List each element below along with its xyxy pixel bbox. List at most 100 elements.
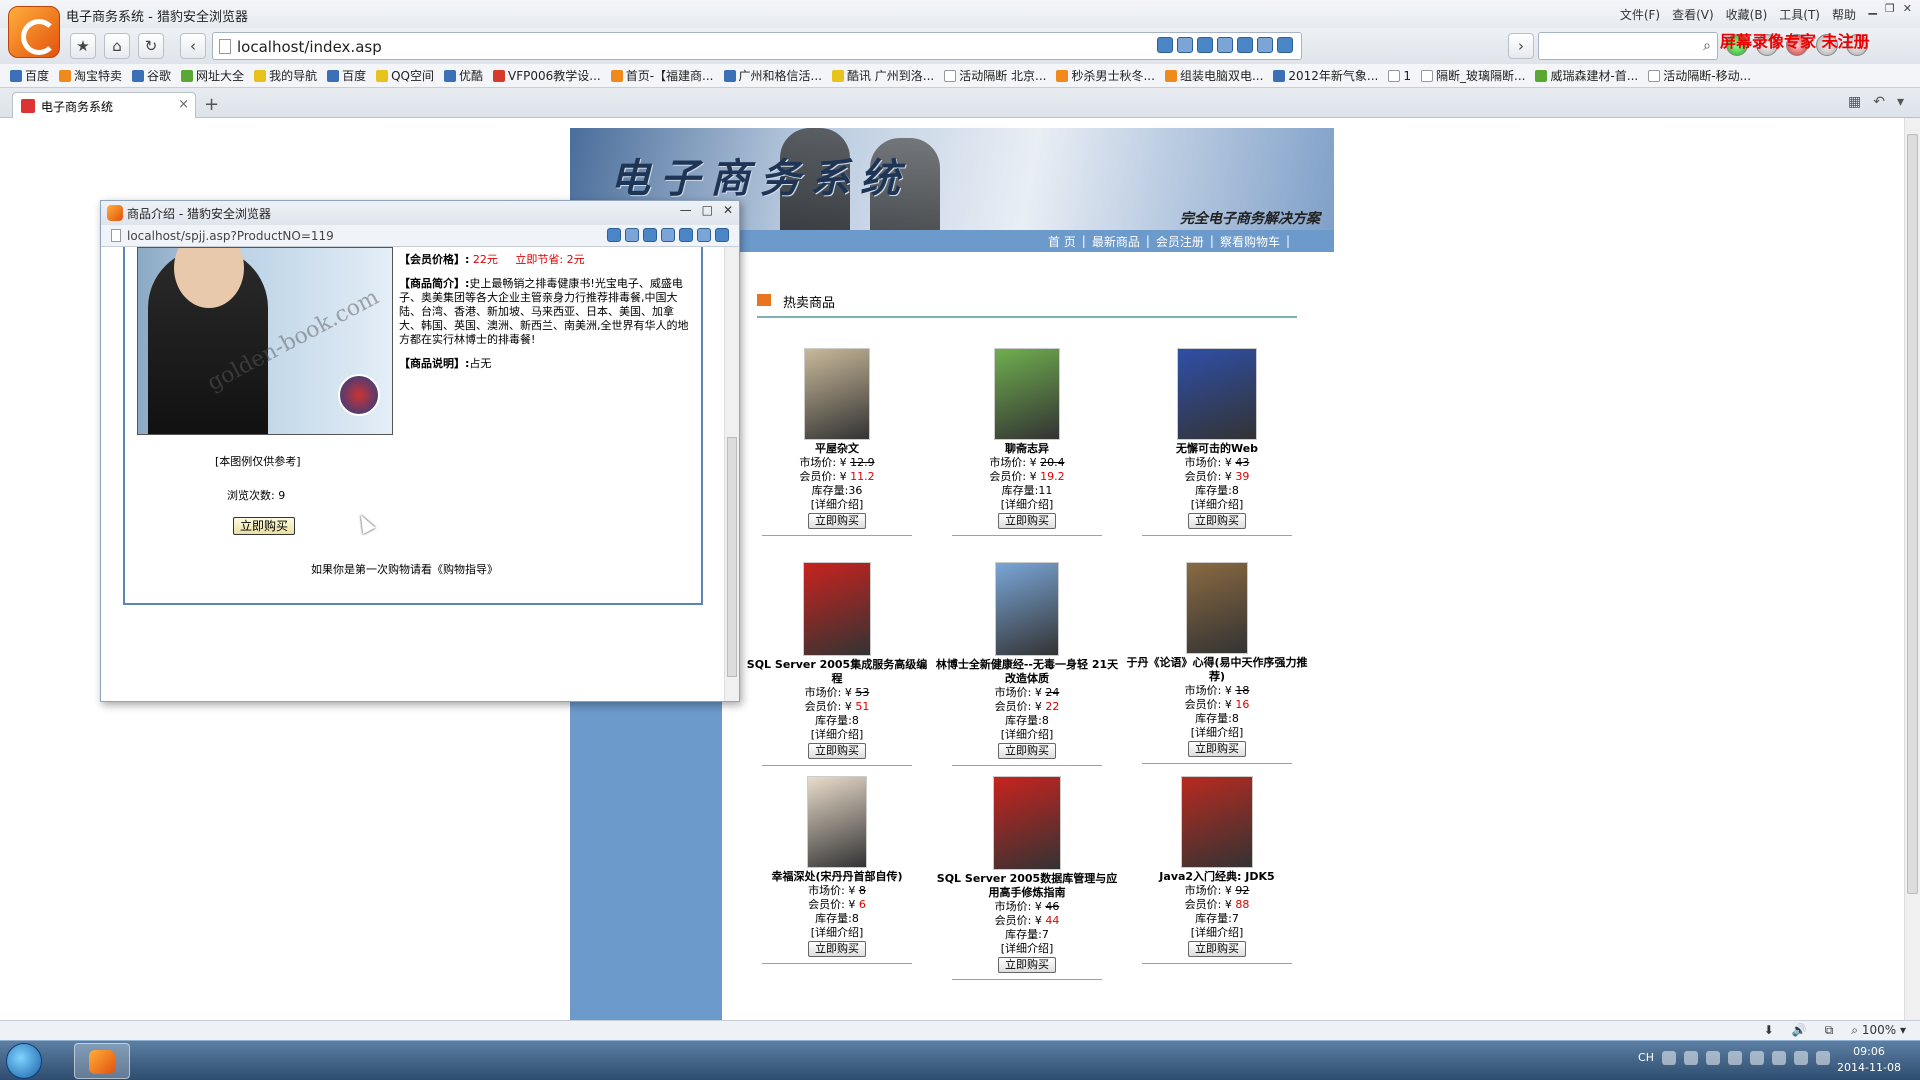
nav-new-products[interactable]: 最新商品	[1092, 233, 1140, 250]
nav-home[interactable]: 首 页	[1048, 233, 1076, 250]
compat-icon[interactable]	[643, 228, 657, 242]
product-cover-image[interactable]	[995, 562, 1059, 656]
product-cover-image[interactable]	[994, 348, 1060, 440]
keyboard-icon[interactable]	[1662, 1051, 1676, 1065]
detail-link[interactable]: [详细介绍]	[742, 498, 932, 512]
bookmark-item[interactable]: 组装电脑双电...	[1164, 67, 1263, 84]
detail-link[interactable]: [详细介绍]	[932, 942, 1122, 956]
buy-now-button[interactable]: 立即购买	[998, 743, 1056, 759]
bookmark-item[interactable]: 广州和格信活...	[723, 67, 822, 84]
browser-logo-icon[interactable]	[8, 6, 60, 58]
tray-app-icon[interactable]	[1706, 1051, 1720, 1065]
detail-link[interactable]: [详细介绍]	[742, 926, 932, 940]
detail-link[interactable]: [详细介绍]	[1122, 726, 1312, 740]
compat-icon[interactable]	[1197, 37, 1213, 53]
taskbar-clock[interactable]: 09:06 2014-11-08	[1834, 1044, 1904, 1076]
product-cover-image[interactable]	[993, 776, 1061, 870]
print-icon[interactable]	[607, 228, 621, 242]
product-name[interactable]: 无懈可击的Web	[1122, 442, 1312, 456]
detail-link[interactable]: [详细介绍]	[932, 498, 1122, 512]
tab-close-icon[interactable]: ×	[178, 97, 189, 112]
nav-register[interactable]: 会员注册	[1156, 233, 1204, 250]
qq-icon[interactable]	[1750, 1051, 1764, 1065]
favorite-add-icon[interactable]	[697, 228, 711, 242]
maximize-icon[interactable]: □	[702, 203, 713, 217]
bookmark-item[interactable]: 活动隔断 北京...	[944, 67, 1046, 84]
minimize-icon[interactable]: ▁	[1868, 2, 1876, 15]
product-name[interactable]: 林博士全新健康经--无毒一身轻 21天改造体质	[932, 658, 1122, 686]
print-icon[interactable]	[1157, 37, 1173, 53]
bookmark-item[interactable]: 谷歌	[132, 67, 171, 84]
sound-icon[interactable]: 🔊	[1792, 1023, 1807, 1038]
detail-link[interactable]: [详细介绍]	[742, 728, 932, 742]
tray-app-icon[interactable]	[1772, 1051, 1786, 1065]
product-name[interactable]: 平屋杂文	[742, 442, 932, 456]
detail-link[interactable]: [详细介绍]	[1122, 926, 1312, 940]
page-scrollbar[interactable]	[1904, 118, 1920, 1020]
download-icon[interactable]: ⬇	[1764, 1023, 1774, 1038]
buy-now-button[interactable]: 立即购买	[233, 517, 296, 535]
buy-now-button[interactable]: 立即购买	[998, 513, 1056, 529]
undo-icon[interactable]: ↶	[1873, 94, 1885, 110]
product-cover-image[interactable]	[1186, 562, 1248, 654]
home-icon[interactable]: ⌂	[104, 33, 130, 59]
refresh-icon[interactable]: ↻	[138, 33, 164, 59]
buy-now-button[interactable]: 立即购买	[808, 941, 866, 957]
ie-mode-icon[interactable]	[1277, 37, 1293, 53]
screenshot-icon[interactable]	[625, 228, 639, 242]
screenshot-icon[interactable]	[1177, 37, 1193, 53]
chevron-down-icon[interactable]: ▾	[1897, 94, 1904, 110]
bookmark-item[interactable]: 威瑞森建材-首...	[1535, 67, 1638, 84]
nav-cart[interactable]: 察看购物车	[1220, 233, 1280, 250]
product-name[interactable]: 于丹《论语》心得(易中天作序强力推荐)	[1122, 656, 1312, 684]
shopping-guide-link[interactable]: 如果你是第一次购物请看《购物指导》	[311, 561, 498, 577]
product-name[interactable]: SQL Server 2005集成服务高级编程	[742, 658, 932, 686]
minimize-icon[interactable]: —	[680, 203, 692, 217]
bookmark-item[interactable]: 百度	[327, 67, 366, 84]
bookmark-item[interactable]: 网址大全	[181, 67, 244, 84]
start-button-icon[interactable]	[6, 1043, 42, 1079]
ticket-icon[interactable]	[1217, 37, 1233, 53]
product-name[interactable]: 聊斋志异	[932, 442, 1122, 456]
scrollbar-thumb[interactable]	[1907, 134, 1918, 894]
refresh-icon[interactable]	[715, 228, 729, 242]
address-text[interactable]: localhost/index.asp	[237, 38, 382, 56]
menu-tools[interactable]: 工具(T)	[1779, 6, 1820, 23]
popup-scrollbar[interactable]	[724, 247, 739, 701]
forward-icon[interactable]: ›	[1508, 33, 1534, 59]
buy-now-button[interactable]: 立即购买	[998, 957, 1056, 973]
window-icon[interactable]: ⧉	[1825, 1023, 1834, 1038]
help-icon[interactable]	[1684, 1051, 1698, 1065]
bookmark-item[interactable]: 百度	[10, 67, 49, 84]
bookmark-item[interactable]: 秒杀男士秋冬...	[1056, 67, 1155, 84]
menu-favorites[interactable]: 收藏(B)	[1726, 6, 1768, 23]
ticket-icon[interactable]	[661, 228, 675, 242]
translate-icon[interactable]	[679, 228, 693, 242]
product-cover-image[interactable]	[1181, 776, 1253, 868]
buy-now-button[interactable]: 立即购买	[1188, 741, 1246, 757]
volume-icon[interactable]	[1816, 1051, 1830, 1065]
taskbar-browser-app[interactable]	[74, 1043, 130, 1079]
bookmark-item[interactable]: 活动隔断-移动...	[1648, 67, 1751, 84]
new-tab-plus-icon[interactable]: +	[204, 94, 219, 115]
bookmark-item[interactable]: VFP006教学设...	[493, 67, 601, 84]
translate-icon[interactable]	[1237, 37, 1253, 53]
product-cover-image[interactable]	[807, 776, 867, 868]
product-cover-image[interactable]	[804, 348, 870, 440]
network-icon[interactable]	[1794, 1051, 1808, 1065]
maximize-icon[interactable]: ❐	[1885, 2, 1895, 15]
product-name[interactable]: 幸福深处(宋丹丹首部自传)	[742, 870, 932, 884]
product-name[interactable]: SQL Server 2005数据库管理与应用高手修炼指南	[932, 872, 1122, 900]
buy-now-button[interactable]: 立即购买	[1188, 941, 1246, 957]
search-icon[interactable]: ⌕	[1703, 38, 1711, 54]
buy-now-button[interactable]: 立即购买	[808, 743, 866, 759]
popup-address-bar[interactable]: localhost/spjj.asp?ProductNO=119	[101, 225, 739, 247]
bookmark-item[interactable]: 首页-【福建商...	[610, 67, 714, 84]
close-icon[interactable]: ✕	[723, 203, 733, 217]
bookmark-item[interactable]: 隔断_玻璃隔断...	[1421, 67, 1525, 84]
product-name[interactable]: Java2入门经典: JDK5	[1122, 870, 1312, 884]
popup-url[interactable]: localhost/spjj.asp?ProductNO=119	[127, 229, 334, 243]
product-cover-image[interactable]	[1177, 348, 1257, 440]
buy-now-button[interactable]: 立即购买	[808, 513, 866, 529]
menu-file[interactable]: 文件(F)	[1620, 6, 1660, 23]
